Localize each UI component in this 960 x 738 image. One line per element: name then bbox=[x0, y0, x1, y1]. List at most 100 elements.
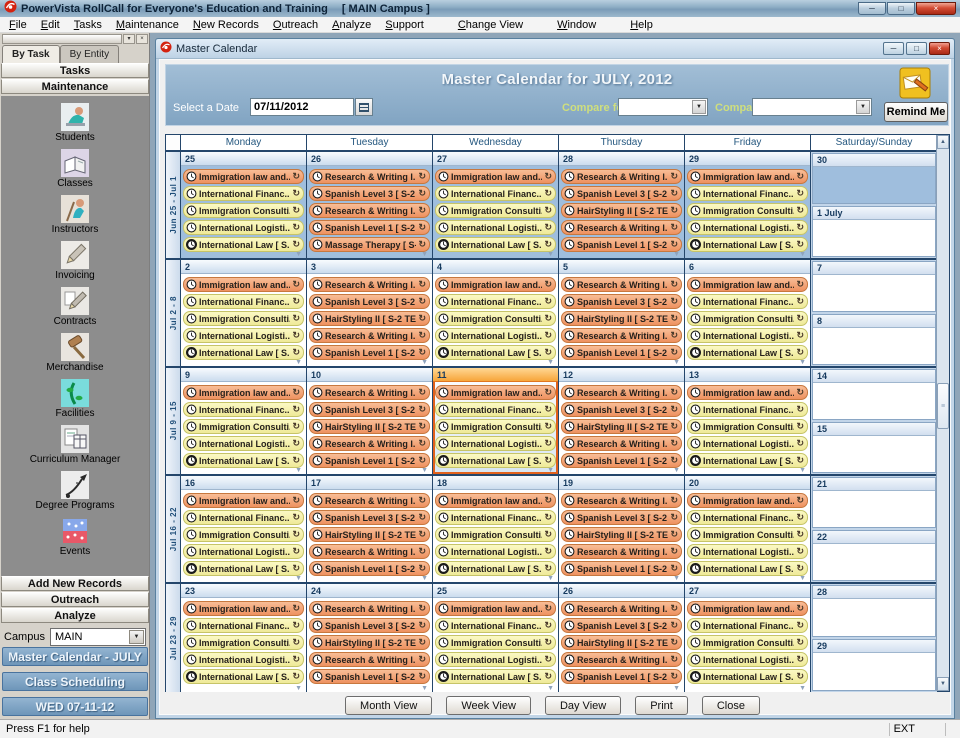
menu-item-file[interactable]: File bbox=[2, 18, 34, 32]
expand-arrow-icon[interactable]: ▼ bbox=[547, 251, 554, 258]
calendar-event[interactable]: Spanish Level 1 [ S-2 ... ↻ bbox=[561, 561, 682, 576]
day-cell-28[interactable]: 28 Research & Writing I... ↻ Spanish Level … bbox=[559, 152, 685, 258]
calendar-event[interactable]: International Logisti... ↻ bbox=[435, 328, 556, 343]
calendar-event[interactable]: Research & Writing I... ↻ bbox=[309, 601, 430, 616]
calendar-event[interactable]: International Financ... ↻ bbox=[687, 510, 808, 525]
reminder-note-icon[interactable] bbox=[899, 67, 931, 99]
day-cell-26[interactable]: 26 Research & Writing I... ↻ Spanish Level … bbox=[307, 152, 433, 258]
menu-item-help[interactable]: Help bbox=[623, 18, 660, 32]
calendar-event[interactable]: Immigration Consulti... ↻ bbox=[183, 419, 304, 434]
day-cell-20[interactable]: 20 Immigration law and... ↻ International F… bbox=[685, 476, 811, 582]
calendar-event[interactable]: Spanish Level 3 [ S-2 ... ↻ bbox=[561, 294, 682, 309]
sidebar-item-degree-programs[interactable]: Degree Programs bbox=[36, 471, 114, 511]
calendar-event[interactable]: International Financ... ↻ bbox=[435, 294, 556, 309]
calendar-event[interactable]: International Law [ S... ↻ bbox=[687, 345, 808, 360]
day-cell-19[interactable]: 19 Research & Writing I... ↻ Spanish Level … bbox=[559, 476, 685, 582]
calendar-event[interactable]: Research & Writing I... ↻ bbox=[561, 220, 682, 235]
weekend-day-8[interactable]: 8 bbox=[812, 314, 936, 365]
calendar-event[interactable]: Spanish Level 3 [ S-2 ... ↻ bbox=[309, 618, 430, 633]
calendar-event[interactable]: International Financ... ↻ bbox=[183, 294, 304, 309]
tab-by-task[interactable]: By Task bbox=[2, 45, 60, 63]
calendar-event[interactable]: Research & Writing I... ↻ bbox=[309, 328, 430, 343]
calendar-event[interactable]: HairStyling II [ S-2 TE... ↻ bbox=[561, 419, 682, 434]
sidebar-item-instructors[interactable]: Instructors bbox=[52, 195, 98, 235]
calendar-event[interactable]: Immigration law and... ↻ bbox=[435, 385, 556, 400]
calendar-event[interactable]: Research & Writing I... ↻ bbox=[309, 277, 430, 292]
campus-select[interactable]: MAIN ▼ bbox=[49, 628, 146, 646]
calendar-event[interactable]: Immigration Consulti... ↻ bbox=[687, 203, 808, 218]
calendar-event[interactable]: International Logisti... ↻ bbox=[183, 328, 304, 343]
minimize-button[interactable]: ─ bbox=[883, 42, 904, 55]
calendar-event[interactable]: International Financ... ↻ bbox=[435, 510, 556, 525]
expand-arrow-icon[interactable]: ▼ bbox=[421, 251, 428, 258]
calendar-event[interactable]: Immigration law and... ↻ bbox=[435, 493, 556, 508]
calendar-event[interactable]: International Logisti... ↻ bbox=[687, 328, 808, 343]
calendar-event[interactable]: Immigration law and... ↻ bbox=[687, 601, 808, 616]
calendar-event[interactable]: Immigration Consulti... ↻ bbox=[687, 635, 808, 650]
sidebar-button-class-scheduling[interactable]: Class Scheduling bbox=[2, 672, 148, 691]
tab-by-entity[interactable]: By Entity bbox=[59, 45, 120, 63]
menu-item-new-records[interactable]: New Records bbox=[186, 18, 266, 32]
sidebar-item-curriculum-manager[interactable]: Curriculum Manager bbox=[30, 425, 120, 465]
calendar-window-titlebar[interactable]: Master Calendar ─ □ × bbox=[156, 39, 954, 59]
sidebar-button-master-calendar-july[interactable]: Master Calendar - JULY bbox=[2, 647, 148, 666]
day-cell-6[interactable]: 6 Immigration law and... ↻ International Fi… bbox=[685, 260, 811, 366]
calendar-event[interactable]: Immigration law and... ↻ bbox=[687, 277, 808, 292]
vertical-scrollbar[interactable]: ▲ ≡ ▼ bbox=[936, 135, 949, 691]
calendar-event[interactable]: Research & Writing I... ↻ bbox=[309, 652, 430, 667]
day-cell-12[interactable]: 12 Research & Writing I... ↻ Spanish Level … bbox=[559, 368, 685, 474]
day-cell-3[interactable]: 3 Research & Writing I... ↻ Spanish Level 3… bbox=[307, 260, 433, 366]
expand-arrow-icon[interactable]: ▼ bbox=[673, 359, 680, 366]
scrollbar-thumb[interactable]: ≡ bbox=[937, 383, 949, 429]
calendar-event[interactable]: Research & Writing I... ↻ bbox=[309, 493, 430, 508]
menu-item-analyze[interactable]: Analyze bbox=[325, 18, 378, 32]
calendar-event[interactable]: Immigration Consulti... ↻ bbox=[435, 527, 556, 542]
day-view-button[interactable]: Day View bbox=[544, 696, 622, 715]
day-cell-25[interactable]: 25 Immigration law and... ↻ International F… bbox=[433, 584, 559, 692]
calendar-event[interactable]: Spanish Level 3 [ S-2 ... ↻ bbox=[561, 402, 682, 417]
calendar-event[interactable]: International Logisti... ↻ bbox=[687, 220, 808, 235]
toolbar-close-icon[interactable]: × bbox=[136, 34, 148, 44]
toolbar-grip[interactable] bbox=[2, 34, 122, 44]
calendar-event[interactable]: Immigration Consulti... ↻ bbox=[183, 527, 304, 542]
calendar-event[interactable]: Spanish Level 1 [ S-2 ... ↻ bbox=[309, 345, 430, 360]
day-cell-13[interactable]: 13 Immigration law and... ↻ International F… bbox=[685, 368, 811, 474]
expand-arrow-icon[interactable]: ▼ bbox=[673, 467, 680, 474]
calendar-event[interactable]: Spanish Level 3 [ S-2 ... ↻ bbox=[561, 618, 682, 633]
day-cell-23[interactable]: 23 Immigration law and... ↻ International F… bbox=[181, 584, 307, 692]
close-icon[interactable]: × bbox=[929, 42, 950, 55]
sidebar-bar-tasks[interactable]: Tasks bbox=[1, 63, 149, 78]
calendar-event[interactable]: Immigration law and... ↻ bbox=[687, 493, 808, 508]
day-cell-4[interactable]: 4 Immigration law and... ↻ International Fi… bbox=[433, 260, 559, 366]
sidebar-bar-maintenance[interactable]: Maintenance bbox=[1, 79, 149, 94]
calendar-event[interactable]: Spanish Level 3 [ S-2 ... ↻ bbox=[309, 186, 430, 201]
expand-arrow-icon[interactable]: ▼ bbox=[673, 251, 680, 258]
sidebar-bar-outreach[interactable]: Outreach bbox=[1, 592, 149, 607]
close-button[interactable]: × bbox=[916, 2, 956, 15]
expand-arrow-icon[interactable]: ▼ bbox=[547, 359, 554, 366]
expand-arrow-icon[interactable]: ▼ bbox=[799, 685, 806, 692]
weekend-day-15[interactable]: 15 bbox=[812, 422, 936, 473]
calendar-event[interactable]: International Logisti... ↻ bbox=[687, 436, 808, 451]
calendar-event[interactable]: International Logisti... ↻ bbox=[183, 652, 304, 667]
day-cell-16[interactable]: 16 Immigration law and... ↻ International F… bbox=[181, 476, 307, 582]
calendar-event[interactable]: Research & Writing I... ↻ bbox=[561, 169, 682, 184]
scroll-down-icon[interactable]: ▼ bbox=[937, 677, 949, 691]
weekend-day-21[interactable]: 21 bbox=[812, 477, 936, 528]
calendar-event[interactable]: International Law [ S... ↻ bbox=[183, 561, 304, 576]
app-titlebar[interactable]: PowerVista RollCall for Everyone's Educa… bbox=[0, 0, 960, 17]
expand-arrow-icon[interactable]: ▼ bbox=[799, 359, 806, 366]
calendar-event[interactable]: International Law [ S... ↻ bbox=[435, 561, 556, 576]
calendar-event[interactable]: Immigration Consulti... ↻ bbox=[183, 311, 304, 326]
calendar-event[interactable]: International Financ... ↻ bbox=[183, 510, 304, 525]
menu-item-edit[interactable]: Edit bbox=[34, 18, 67, 32]
calendar-event[interactable]: Research & Writing I... ↻ bbox=[561, 436, 682, 451]
calendar-event[interactable]: International Financ... ↻ bbox=[687, 618, 808, 633]
calendar-event[interactable]: International Financ... ↻ bbox=[687, 402, 808, 417]
calendar-event[interactable]: Spanish Level 1 [ S-2 ... ↻ bbox=[309, 453, 430, 468]
calendar-event[interactable]: International Law [ S... ↻ bbox=[687, 561, 808, 576]
expand-arrow-icon[interactable]: ▼ bbox=[295, 467, 302, 474]
calendar-event[interactable]: Research & Writing I... ↻ bbox=[561, 277, 682, 292]
expand-arrow-icon[interactable]: ▼ bbox=[547, 575, 554, 582]
calendar-event[interactable]: International Logisti... ↻ bbox=[687, 544, 808, 559]
